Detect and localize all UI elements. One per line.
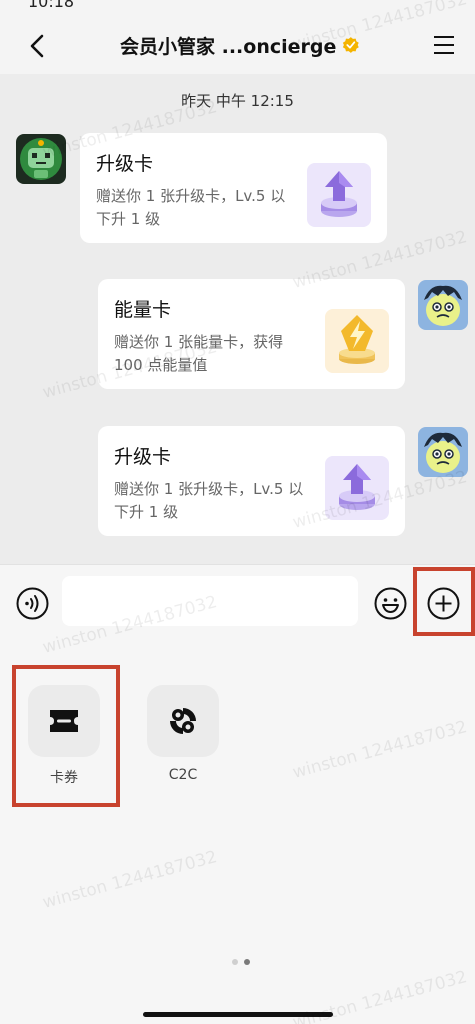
tool-label: 卡券	[50, 770, 78, 786]
user-avatar[interactable]	[418, 427, 468, 477]
c2c-exchange-icon[interactable]	[147, 685, 219, 757]
upgrade-arrow-icon	[307, 163, 371, 227]
tool-coupon[interactable]: 卡券	[28, 685, 100, 795]
card-title: 升级卡	[114, 446, 172, 468]
message-card-upgrade[interactable]: 升级卡 赠送你 1 张升级卡，Lv.5 以下升 1 级	[80, 133, 387, 243]
message-timestamp: 昨天 中午 12:15	[181, 92, 294, 110]
chat-area[interactable]: 昨天 中午 12:15 升级卡 赠送你 1 张升级卡，Lv.5 以下升 1 级	[0, 74, 475, 564]
page-dot-active	[244, 959, 250, 965]
card-description: 赠送你 1 张升级卡，Lv.5 以下升 1 级	[114, 480, 304, 521]
verified-badge-icon	[343, 37, 360, 53]
status-bar: 10:18	[0, 0, 475, 18]
bot-avatar[interactable]	[16, 134, 66, 184]
status-time: 10:18	[28, 0, 75, 11]
page-title-text: 会员小管家 ...oncierge	[120, 35, 337, 58]
card-description: 赠送你 1 张升级卡，Lv.5 以下升 1 级	[96, 187, 286, 228]
plus-circle-icon[interactable]	[427, 587, 460, 620]
input-bar	[0, 564, 475, 638]
hamburger-menu-icon[interactable]	[432, 33, 456, 57]
back-icon[interactable]	[26, 32, 50, 60]
header: 会员小管家 ...oncierge	[0, 18, 475, 74]
emoji-icon[interactable]	[374, 587, 407, 620]
coupon-ticket-icon[interactable]	[28, 685, 100, 757]
user-avatar[interactable]	[418, 280, 468, 330]
card-description: 赠送你 1 张能量卡，获得 100 点能量值	[114, 333, 284, 374]
card-title: 升级卡	[96, 153, 154, 175]
upgrade-arrow-icon	[325, 456, 389, 520]
card-title: 能量卡	[114, 299, 172, 321]
tool-label: C2C	[168, 767, 198, 783]
message-card-upgrade[interactable]: 升级卡 赠送你 1 张升级卡，Lv.5 以下升 1 级	[98, 426, 405, 536]
message-input[interactable]	[62, 576, 358, 626]
page-indicator	[228, 959, 252, 967]
extension-panel: 卡券 C2C	[0, 638, 475, 1024]
voice-icon[interactable]	[16, 587, 49, 620]
home-indicator[interactable]	[143, 1012, 333, 1017]
message-card-energy[interactable]: 能量卡 赠送你 1 张能量卡，获得 100 点能量值	[98, 279, 405, 389]
tool-c2c[interactable]: C2C	[147, 685, 219, 795]
page-title: 会员小管家 ...oncierge	[120, 31, 360, 59]
energy-bolt-icon	[325, 309, 389, 373]
page-dot	[232, 959, 238, 965]
